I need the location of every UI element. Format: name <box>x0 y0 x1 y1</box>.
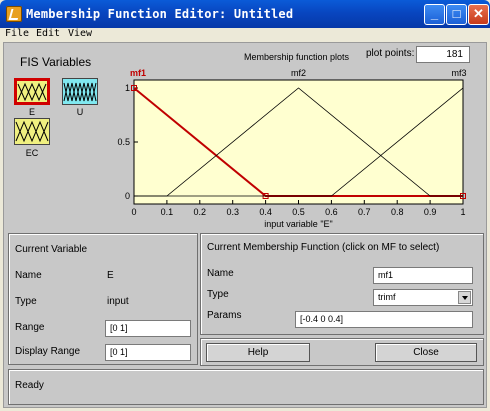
menu-file[interactable]: File <box>5 28 29 39</box>
matlab-icon <box>6 6 22 22</box>
x-tick-label: 0.9 <box>424 207 437 217</box>
x-tick-label: 0.6 <box>325 207 338 217</box>
mf-params-label: Params <box>207 310 242 321</box>
x-tick-label: 1 <box>460 207 465 217</box>
mf-type-select[interactable]: trimf <box>373 289 473 306</box>
var-name-value: E <box>107 270 114 281</box>
x-axis-label: input variable "E" <box>264 219 332 229</box>
maximize-button[interactable]: □ <box>446 4 467 25</box>
status-text: Ready <box>15 380 44 391</box>
mf-plot[interactable]: 0 0.1 0.2 0.3 0.4 0.5 0.6 0.7 0.8 0.9 1 0 0.5 1 input … <box>4 43 488 233</box>
var-type-label: Type <box>15 296 37 307</box>
menu-view[interactable]: View <box>68 28 92 39</box>
y-tick-label: 0 <box>125 191 130 201</box>
mf-params-input[interactable]: [-0.4 0 0.4] <box>295 311 473 328</box>
x-tick-label: 0 <box>131 207 136 217</box>
mf-type-label: Type <box>207 289 229 300</box>
current-variable-panel: Current Variable Name E Type input Range… <box>8 233 198 365</box>
x-tick-label: 0.5 <box>292 207 305 217</box>
y-tick-label: 1 <box>125 83 130 93</box>
status-panel: Ready <box>8 369 484 405</box>
x-tick-label: 0.4 <box>259 207 272 217</box>
close-window-button[interactable]: ✕ <box>468 4 489 25</box>
plot-area <box>133 79 464 205</box>
mf-name-label: Name <box>207 268 234 279</box>
range-input[interactable]: [0 1] <box>105 320 191 337</box>
display-range-input[interactable]: [0 1] <box>105 344 191 361</box>
mf-label-mf3[interactable]: mf3 <box>451 68 466 78</box>
var-name-label: Name <box>15 270 42 281</box>
menu-edit[interactable]: Edit <box>36 28 60 39</box>
x-tick-label: 0.1 <box>161 207 174 217</box>
x-tick-label: 0.3 <box>226 207 239 217</box>
current-variable-title: Current Variable <box>15 244 88 255</box>
mf-label-mf2[interactable]: mf2 <box>291 68 306 78</box>
help-button[interactable]: Help <box>206 343 310 362</box>
display-range-label: Display Range <box>15 346 81 357</box>
x-tick-label: 0.2 <box>194 207 207 217</box>
minimize-button[interactable]: _ <box>424 4 445 25</box>
window-title: Membership Function Editor: Untitled <box>26 7 294 21</box>
var-range-label: Range <box>15 322 45 333</box>
editor-main: FIS Variables E U EC Membership function… <box>3 42 487 408</box>
close-button[interactable]: Close <box>375 343 477 362</box>
current-mf-title: Current Membership Function (click on MF… <box>207 242 440 253</box>
mf-type-value: trimf <box>378 292 396 302</box>
menu-bar: File Edit View <box>0 28 490 42</box>
var-type-value: input <box>107 296 129 307</box>
x-tick-label: 0.8 <box>391 207 404 217</box>
button-panel: Help Close <box>200 338 484 366</box>
chevron-down-icon[interactable] <box>458 291 471 304</box>
mf-label-mf1[interactable]: mf1 <box>130 68 146 78</box>
title-bar: Membership Function Editor: Untitled _ □… <box>0 0 490 28</box>
mf-name-input[interactable]: mf1 <box>373 267 473 284</box>
y-tick-label: 0.5 <box>117 137 130 147</box>
x-tick-label: 0.7 <box>358 207 371 217</box>
current-mf-panel: Current Membership Function (click on MF… <box>200 233 484 335</box>
